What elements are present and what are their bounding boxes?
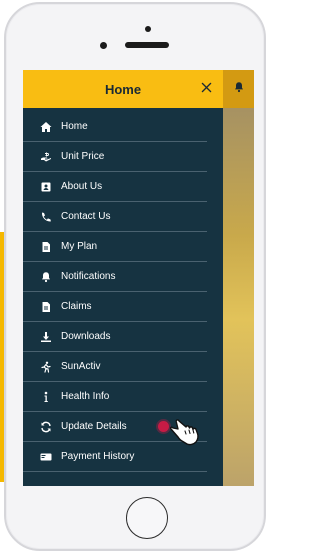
menu-item-notifications[interactable]: Notifications (23, 262, 207, 292)
menu-item-label: Home (61, 121, 88, 132)
menu-item-label: My Plan (61, 241, 98, 252)
home-icon (40, 121, 52, 133)
front-camera (100, 42, 107, 49)
menu-item-label: Update Details (61, 421, 127, 432)
app-header-bar (223, 70, 254, 108)
bell-icon (40, 271, 52, 283)
money-hand-icon (40, 151, 52, 163)
document-icon (40, 301, 52, 313)
menu-item-label: Claims (61, 301, 92, 312)
refresh-icon (40, 421, 52, 433)
menu-item-sunactiv[interactable]: SunActiv (23, 352, 207, 382)
menu-item-label: Notifications (61, 271, 116, 282)
id-card-icon (40, 181, 52, 193)
close-icon[interactable] (199, 80, 213, 94)
menu-item-downloads[interactable]: Downloads (23, 322, 207, 352)
phone-home-button[interactable] (126, 497, 168, 539)
navigation-drawer: Home Home Unit Price About Us Contact Us… (23, 70, 223, 486)
phone-icon (40, 211, 52, 223)
menu-item-unit-price[interactable]: Unit Price (23, 142, 207, 172)
bell-icon[interactable] (233, 80, 245, 98)
menu-item-label: About Us (61, 181, 103, 192)
menu-item-payment-history[interactable]: Payment History (23, 442, 207, 472)
payment-card-icon (40, 451, 52, 463)
menu-item-about-us[interactable]: About Us (23, 172, 207, 202)
app-background (223, 70, 254, 486)
menu-item-label: Unit Price (61, 151, 105, 162)
menu-item-health-info[interactable]: Health Info (23, 382, 207, 412)
menu-item-label: Contact Us (61, 211, 111, 222)
menu-item-home[interactable]: Home (23, 112, 207, 142)
drawer-header: Home (23, 70, 223, 108)
earpiece-speaker (125, 42, 169, 48)
menu-item-contact-us[interactable]: Contact Us (23, 202, 207, 232)
info-icon (40, 391, 52, 403)
drawer-title: Home (104, 81, 142, 97)
running-icon (40, 361, 52, 373)
front-sensor (145, 26, 151, 32)
drawer-menu: Home Unit Price About Us Contact Us My P… (23, 108, 223, 472)
menu-item-update-details[interactable]: Update Details (23, 412, 207, 446)
menu-item-label: SunActiv (61, 361, 101, 372)
menu-item-label: Payment History (61, 451, 135, 462)
document-icon (40, 241, 52, 253)
menu-item-my-plan[interactable]: My Plan (23, 232, 207, 262)
download-icon (40, 331, 52, 343)
menu-item-label: Downloads (61, 331, 111, 342)
menu-item-claims[interactable]: Claims (23, 292, 207, 322)
phone-screen: Home Home Unit Price About Us Contact Us… (23, 70, 254, 486)
menu-item-label: Health Info (61, 391, 110, 402)
